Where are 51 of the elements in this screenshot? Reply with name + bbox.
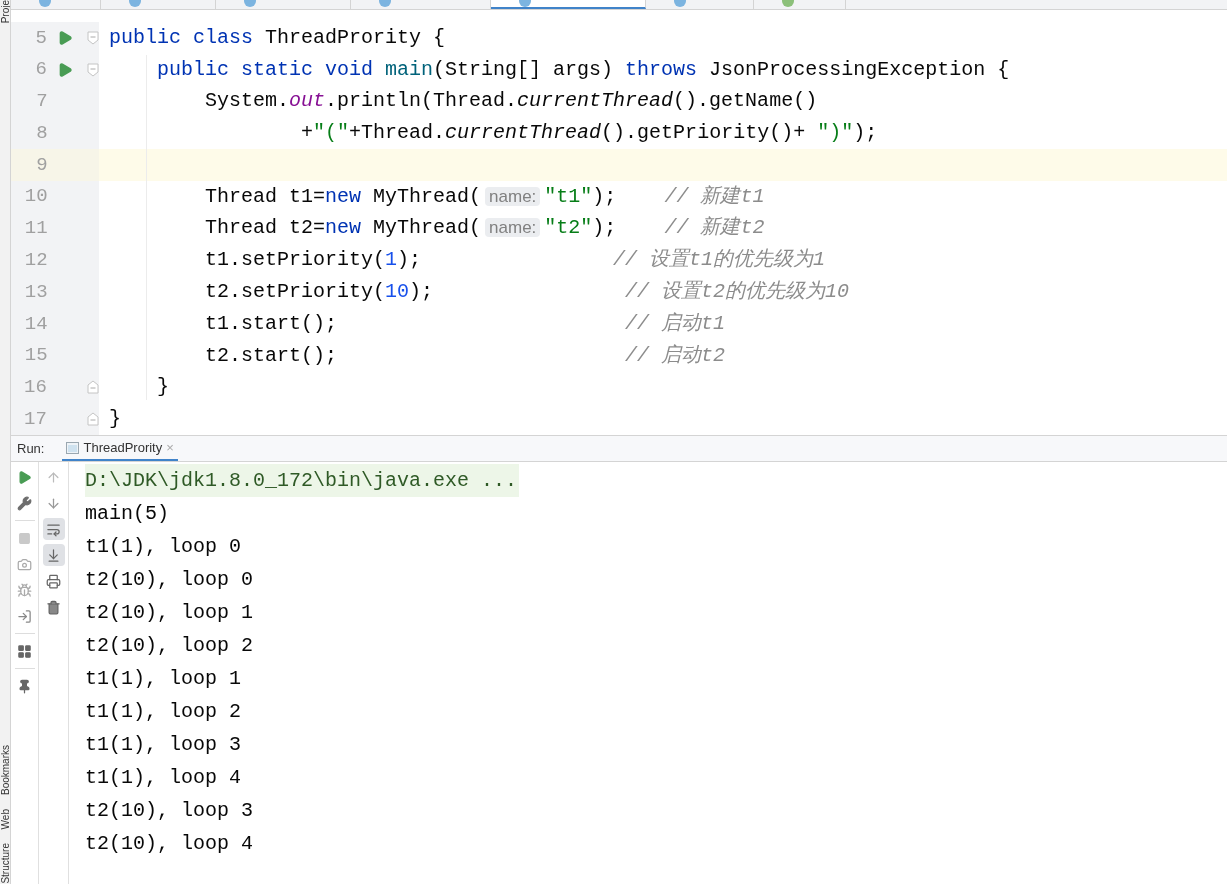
- soft-wrap-toggle[interactable]: [42, 518, 65, 540]
- console-output-line: t2(10), loop 3: [85, 797, 254, 824]
- run-label: Run:: [17, 439, 45, 458]
- console-output-line: t1(1), loop 0: [85, 533, 242, 560]
- line-number: 15: [23, 343, 48, 369]
- line-number: 11: [23, 216, 48, 242]
- console-output-line: t1(1), loop 4: [85, 764, 242, 791]
- console-output-line: t2(10), loop 4: [85, 830, 254, 857]
- line-number: 5: [34, 25, 47, 51]
- code-line: }: [156, 374, 169, 401]
- code-line: public class ThreadPrority {: [109, 24, 446, 51]
- line-number: 16: [23, 375, 47, 401]
- parameter-hint: name:: [485, 218, 541, 238]
- line-number: 10: [23, 184, 48, 210]
- line-number: 17: [23, 406, 47, 432]
- run-tab[interactable]: ThreadPrority ×: [62, 436, 178, 461]
- code-line: t1.start(); // 启动t1: [204, 310, 726, 337]
- console-output-line: t1(1), loop 1: [85, 665, 242, 692]
- fold-icon[interactable]: [87, 412, 99, 427]
- console-output-line: main(5): [85, 500, 169, 527]
- code-line: Thread t2=new MyThread( name: "t2"); // 新建t2: [204, 215, 765, 242]
- fold-icon[interactable]: [87, 62, 99, 77]
- line-number: 7: [35, 89, 48, 115]
- fold-icon[interactable]: [87, 380, 99, 395]
- console-output-line: t1(1), loop 2: [85, 698, 242, 725]
- code-line: System.out.println(Thread.currentThread().getName(): [204, 88, 818, 115]
- console-icon: [66, 441, 80, 454]
- line-number: 14: [23, 311, 48, 337]
- scroll-down-icon: [46, 547, 61, 563]
- code-line: public static void main(String[] args) throws JsonProcessingException {: [156, 56, 1010, 83]
- code-line: t1.setPriority(1); // 设置t1的优先级为1: [204, 247, 826, 274]
- fold-icon[interactable]: [87, 30, 99, 45]
- code-line: t2.setPriority(10); // 设置t2的优先级为10: [204, 279, 850, 305]
- editor-tab[interactable]: [491, 0, 646, 9]
- console-output-line: t2(10), loop 2: [85, 632, 254, 659]
- console-output-line: t1(1), loop 3: [85, 731, 242, 758]
- scroll-to-end-toggle[interactable]: [42, 544, 65, 566]
- line-number: 6: [34, 57, 47, 83]
- line-number: 8: [35, 120, 48, 146]
- line-number: 9: [35, 152, 48, 178]
- code-line: Thread t1=new MyThread( name: "t1"); // 新建t1: [204, 183, 765, 210]
- console-command: D:\JDK\jdk1.8.0_172\bin\java.exe ...: [85, 464, 520, 497]
- code-line: t2.start(); // 启动t2: [204, 342, 726, 369]
- code-line: }: [109, 406, 121, 433]
- console-output-line: t2(10), loop 1: [85, 599, 254, 626]
- line-number: 13: [23, 279, 48, 305]
- wrap-icon: [46, 521, 61, 537]
- line-number: 12: [23, 248, 48, 273]
- console-output-line: t2(10), loop 0: [85, 566, 254, 593]
- code-line: +"("+Thread.currentThread().getPriority()+ ")");: [300, 120, 878, 147]
- parameter-hint: name:: [485, 186, 541, 206]
